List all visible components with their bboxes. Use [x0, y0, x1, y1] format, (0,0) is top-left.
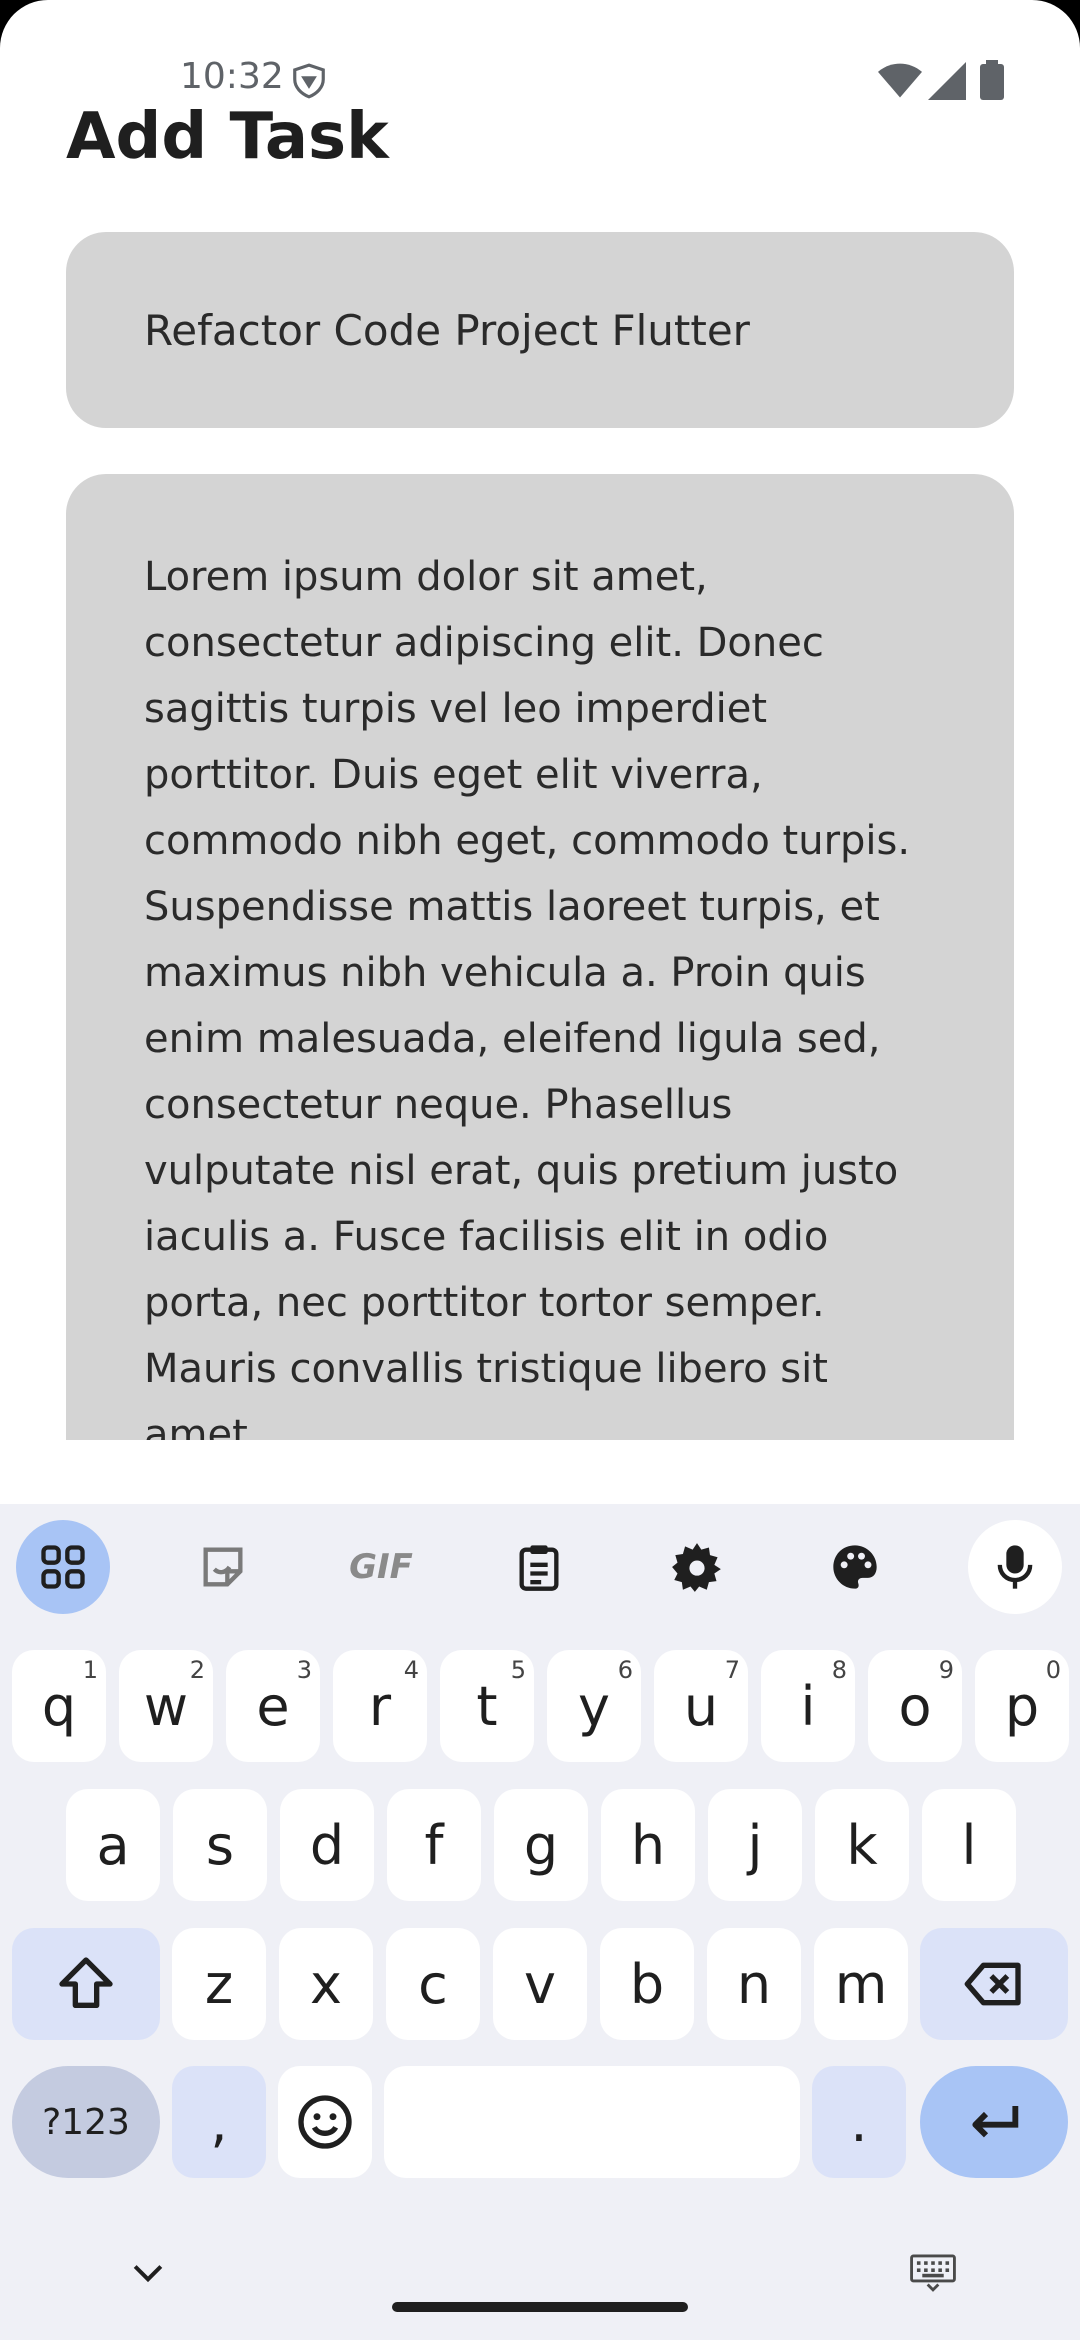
keyboard-switch-icon[interactable]: [908, 2250, 958, 2294]
symbols-key-label: ?123: [42, 2101, 130, 2143]
key-number-hint: 4: [403, 1656, 419, 1684]
enter-arrow-icon: [972, 2106, 1019, 2138]
key-number-hint: 9: [938, 1656, 954, 1684]
sticker-icon: [203, 1547, 243, 1587]
key-z[interactable]: z: [172, 1928, 266, 2040]
key-f[interactable]: f: [387, 1789, 481, 1901]
key-p[interactable]: p0: [975, 1650, 1069, 1762]
emoji-smile-icon: [298, 2095, 352, 2149]
key-label: u: [683, 1674, 719, 1738]
key-t[interactable]: t5: [440, 1650, 534, 1762]
key-number-hint: 0: [1045, 1656, 1061, 1684]
key-n[interactable]: n: [707, 1928, 801, 2040]
key-label: e: [256, 1674, 290, 1738]
emoji-key[interactable]: [278, 2066, 372, 2178]
enter-key[interactable]: [920, 2066, 1068, 2178]
space-key[interactable]: [384, 2066, 800, 2178]
battery-icon: [980, 60, 1004, 100]
comma-key-label: ,: [210, 2090, 228, 2154]
shift-key[interactable]: [12, 1928, 160, 2040]
key-i[interactable]: i8: [761, 1650, 855, 1762]
theme-button[interactable]: [808, 1520, 902, 1614]
key-x[interactable]: x: [279, 1928, 373, 2040]
key-label: q: [41, 1674, 77, 1738]
key-label: p: [1004, 1674, 1040, 1738]
key-number-hint: 6: [617, 1656, 633, 1684]
period-key[interactable]: .: [812, 2066, 906, 2178]
task-title-value: Refactor Code Project Flutter: [144, 305, 750, 355]
key-number-hint: 8: [831, 1656, 847, 1684]
backspace-key[interactable]: [920, 1928, 1068, 2040]
task-description-value: Lorem ipsum dolor sit amet, consectetur …: [144, 554, 911, 1440]
vpn-shield-icon: [293, 63, 325, 99]
key-number-hint: 2: [189, 1656, 205, 1684]
symbols-key[interactable]: ?123: [12, 2066, 160, 2178]
key-u[interactable]: u7: [654, 1650, 748, 1762]
key-label: t: [476, 1674, 498, 1738]
key-m[interactable]: m: [814, 1928, 908, 2040]
apps-grid-button[interactable]: [16, 1520, 110, 1614]
key-number-hint: 5: [510, 1656, 526, 1684]
gif-label: GIF: [349, 1547, 413, 1587]
key-y[interactable]: y6: [547, 1650, 641, 1762]
key-s[interactable]: s: [173, 1789, 267, 1901]
key-d[interactable]: d: [280, 1789, 374, 1901]
key-label: o: [898, 1674, 932, 1738]
task-title-field[interactable]: Refactor Code Project Flutter: [66, 232, 1014, 428]
soft-keyboard: GIF q 1 w 2 e 3 r 4 t 5 y 6 u 7 i 8 o 9 …: [0, 1504, 1080, 2340]
key-g[interactable]: g: [494, 1789, 588, 1901]
key-h[interactable]: h: [601, 1789, 695, 1901]
settings-button[interactable]: [650, 1520, 744, 1614]
key-b[interactable]: b: [600, 1928, 694, 2040]
gear-icon: [672, 1543, 721, 1592]
status-time: 10:32: [180, 56, 284, 97]
key-j[interactable]: j: [708, 1789, 802, 1901]
keyboard-toolbar: GIF: [0, 1504, 1080, 1634]
gif-button[interactable]: GIF: [334, 1520, 428, 1614]
key-label: r: [368, 1674, 392, 1738]
key-label: y: [578, 1674, 610, 1738]
key-label: w: [143, 1674, 189, 1738]
backspace-icon: [964, 1962, 1021, 2006]
chevron-down-icon[interactable]: [126, 2250, 170, 2294]
apps-grid-icon: [41, 1545, 85, 1589]
key-v[interactable]: v: [493, 1928, 587, 2040]
comma-key[interactable]: ,: [172, 2066, 266, 2178]
key-l[interactable]: l: [922, 1789, 1016, 1901]
key-label: i: [800, 1674, 816, 1738]
key-r[interactable]: r4: [333, 1650, 427, 1762]
key-w[interactable]: w2: [119, 1650, 213, 1762]
key-c[interactable]: c: [386, 1928, 480, 2040]
key-number-hint: 3: [296, 1656, 312, 1684]
wifi-icon: [878, 63, 922, 98]
clipboard-icon: [519, 1545, 559, 1591]
key-o[interactable]: o9: [868, 1650, 962, 1762]
key-k[interactable]: k: [815, 1789, 909, 1901]
shift-arrow-icon: [59, 1957, 113, 2008]
sticker-button[interactable]: [176, 1520, 270, 1614]
home-indicator[interactable]: [392, 2302, 688, 2312]
voice-input-button[interactable]: [968, 1520, 1062, 1614]
key-e[interactable]: e3: [226, 1650, 320, 1762]
page-title: Add Task: [66, 100, 389, 174]
key-number-hint: 1: [82, 1656, 98, 1684]
key-q[interactable]: q1: [12, 1650, 106, 1762]
clipboard-button[interactable]: [492, 1520, 586, 1614]
period-key-label: .: [850, 2090, 868, 2154]
signal-icon: [928, 62, 966, 100]
palette-icon: [833, 1545, 877, 1589]
task-description-field[interactable]: Lorem ipsum dolor sit amet, consectetur …: [66, 474, 1014, 1440]
key-number-hint: 7: [724, 1656, 740, 1684]
key-a[interactable]: a: [66, 1789, 160, 1901]
screen: 10:32 Add Task Refactor Code Project Flu…: [0, 0, 1080, 2340]
microphone-icon: [997, 1545, 1033, 1589]
